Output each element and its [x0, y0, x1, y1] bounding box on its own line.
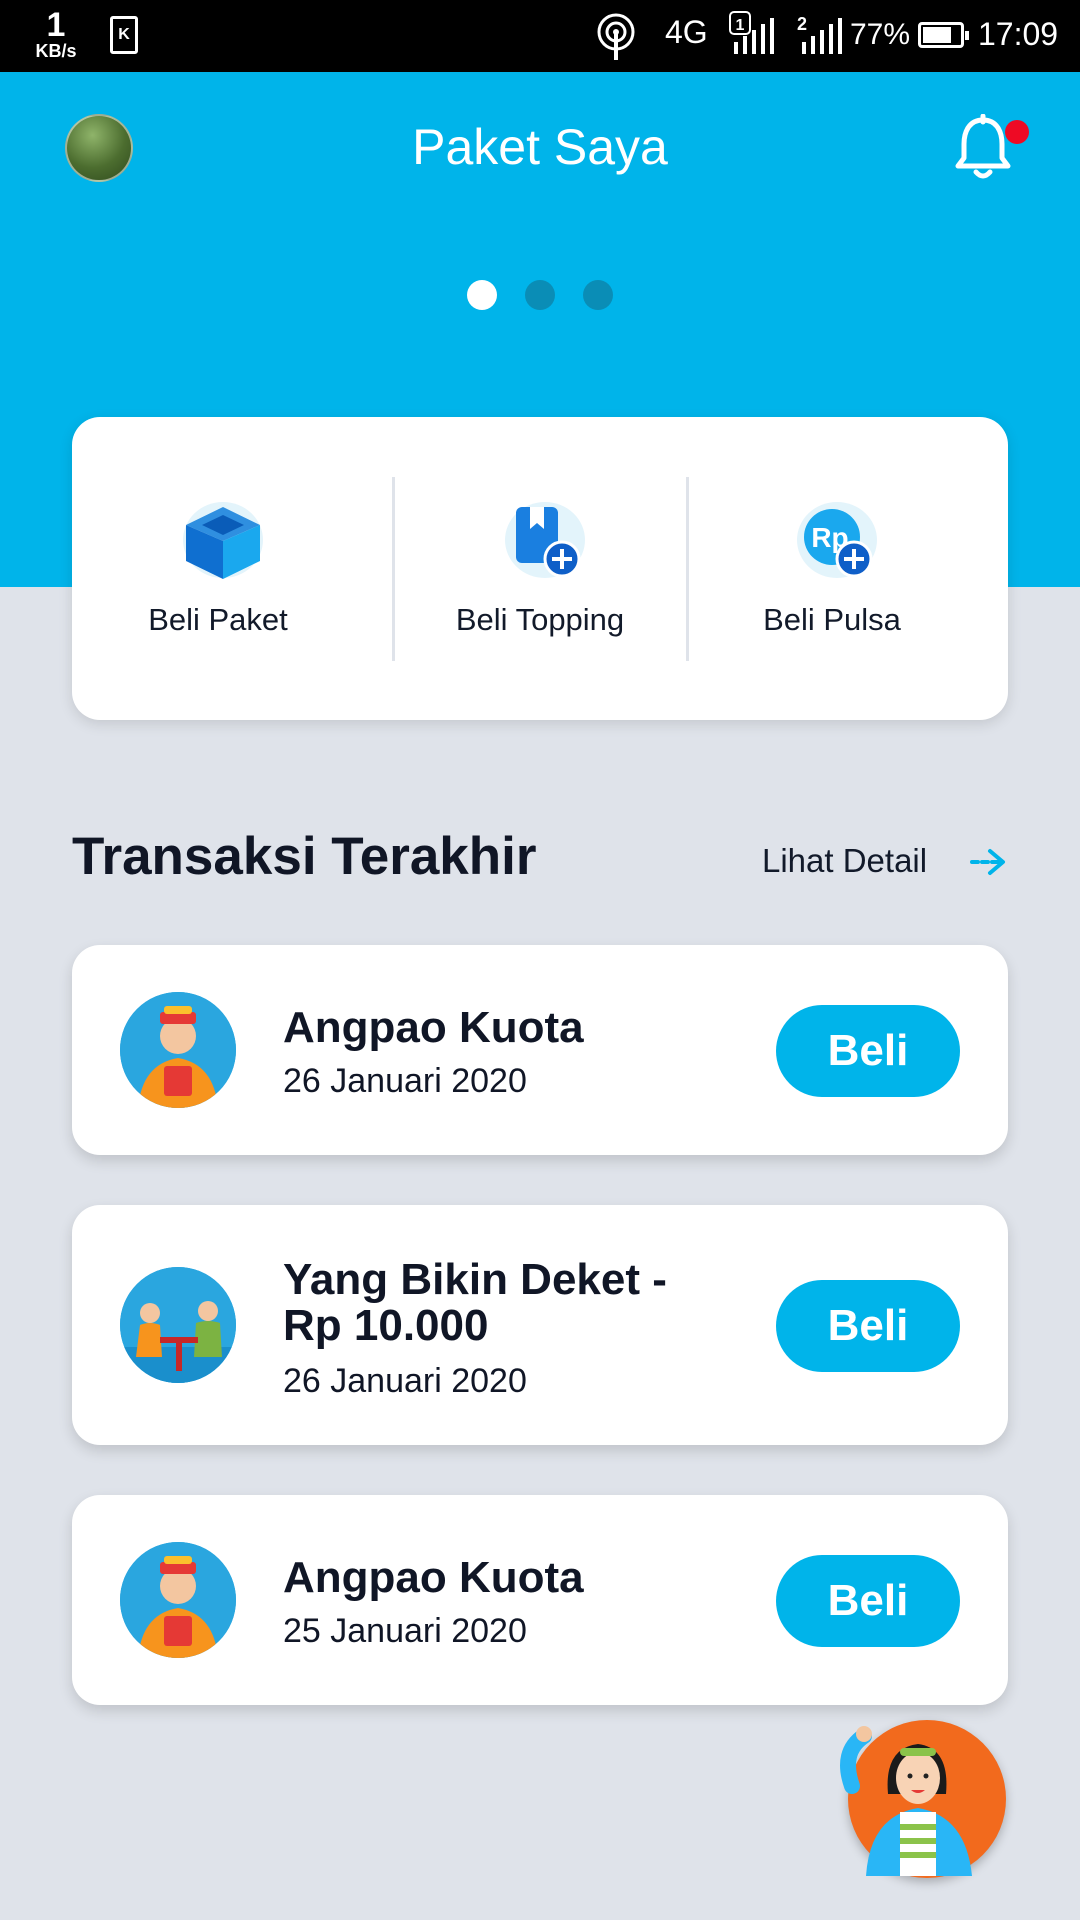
transaction-date: 26 Januari 2020 — [283, 1362, 527, 1400]
beli-button[interactable]: Beli — [776, 1280, 960, 1372]
signal-sim1-icon: 1 — [729, 11, 774, 54]
transaction-name: Angpao Kuota — [283, 1553, 584, 1602]
person-illustration-icon — [120, 1542, 236, 1658]
rp-plus-icon: Rp — [797, 502, 877, 578]
carousel-dot-2[interactable] — [525, 280, 555, 310]
bell-icon[interactable] — [952, 114, 1014, 182]
sim2-label: 2 — [797, 14, 807, 34]
people-cafe-illustration-icon — [120, 1267, 236, 1383]
angpao-thumbnail — [120, 1542, 236, 1658]
transaction-card[interactable]: Angpao Kuota 25 Januari 2020 Beli — [72, 1495, 1008, 1705]
network-speed-value: 1 — [46, 6, 66, 44]
section-title: Transaksi Terakhir — [72, 827, 537, 886]
person-illustration-icon — [120, 992, 236, 1108]
beli-pulsa-action[interactable]: Rp Beli Pulsa — [686, 417, 978, 720]
box-icon — [183, 502, 263, 579]
assistant-avatar-icon — [840, 1726, 972, 1876]
signal-sim2-icon: 2 — [797, 14, 842, 54]
status-bar: 1 KB/s K 4G 1 2 77% 17:09 — [0, 0, 1080, 72]
transaction-card[interactable]: Yang Bikin Deket - Rp 10.000 26 Januari … — [72, 1205, 1008, 1445]
clock: 17:09 — [978, 16, 1059, 52]
assistant-chat-button[interactable] — [840, 1720, 1006, 1878]
app-notification-icon: K — [110, 16, 138, 54]
beli-button[interactable]: Beli — [776, 1555, 960, 1647]
transaction-date: 26 Januari 2020 — [283, 1062, 527, 1100]
transaction-name-line2: Rp 10.000 — [283, 1301, 489, 1350]
arrow-right-icon[interactable] — [968, 846, 1008, 878]
sim1-label: 1 — [736, 17, 745, 34]
notification-badge — [1005, 120, 1029, 144]
carousel-indicator — [0, 280, 1080, 315]
battery-icon — [918, 22, 969, 48]
yang-bikin-deket-thumbnail — [120, 1267, 236, 1383]
transaction-name: Angpao Kuota — [283, 1003, 584, 1052]
beli-button[interactable]: Beli — [776, 1005, 960, 1097]
quick-actions-card: Beli Paket Beli Topping Rp Beli Pulsa — [72, 417, 1008, 720]
network-speed: 1 KB/s — [26, 8, 86, 60]
beli-topping-label: Beli Topping — [455, 602, 625, 637]
network-speed-unit: KB/s — [35, 41, 77, 61]
beli-topping-action[interactable]: Beli Topping — [394, 417, 686, 720]
angpao-thumbnail — [120, 992, 236, 1108]
page-title: Paket Saya — [412, 119, 668, 175]
carousel-dot-3[interactable] — [583, 280, 613, 310]
transaction-date: 25 Januari 2020 — [283, 1612, 527, 1650]
network-type: 4G — [665, 14, 708, 50]
transaction-name-line1: Yang Bikin Deket - — [283, 1255, 667, 1304]
carousel-dot-1[interactable] — [467, 280, 497, 310]
transaction-card[interactable]: Angpao Kuota 26 Januari 2020 Beli — [72, 945, 1008, 1155]
beli-pulsa-label: Beli Pulsa — [763, 602, 901, 637]
hotspot-icon — [597, 13, 635, 60]
book-plus-icon — [505, 502, 585, 578]
battery-level — [923, 27, 951, 43]
lihat-detail-link[interactable]: Lihat Detail — [762, 842, 927, 880]
transaction-name: Yang Bikin Deket - Rp 10.000 — [283, 1257, 667, 1349]
beli-paket-action[interactable]: Beli Paket — [72, 417, 364, 720]
battery-percent: 77% — [850, 18, 911, 51]
beli-paket-label: Beli Paket — [148, 602, 288, 637]
